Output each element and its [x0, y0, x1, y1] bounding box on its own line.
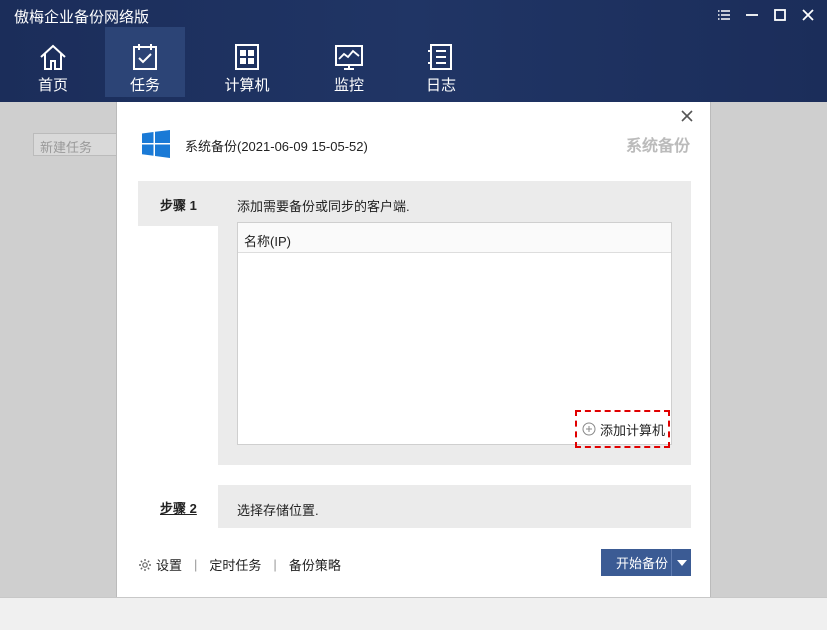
nav-item-task[interactable]: 任务 [105, 27, 185, 97]
link-separator: | [194, 557, 198, 572]
settings-link[interactable]: 设置 [138, 555, 182, 574]
monitor-icon [334, 42, 364, 72]
schedule-link[interactable]: 定时任务 [209, 555, 261, 574]
backup-task-dialog: 系统备份(2021-06-09 15-05-52) 系统备份 步骤 1 添加需要… [116, 102, 711, 597]
nav-label: 任务 [129, 77, 160, 94]
bottom-links: 设置 | 定时任务 | 备份策略 [138, 555, 341, 574]
add-computer-label: 添加计算机 [600, 422, 666, 438]
menu-icon[interactable] [713, 5, 735, 25]
nav-item-log[interactable]: 日志 [401, 27, 481, 97]
backup-strategy-link[interactable]: 备份策略 [289, 555, 341, 574]
log-icon [426, 42, 456, 72]
windows-logo-icon [141, 129, 171, 159]
task-icon [130, 42, 160, 72]
settings-label: 设置 [156, 558, 183, 573]
column-header-name-ip: 名称(IP) [238, 223, 671, 253]
step1-tab[interactable]: 步骤 1 [138, 181, 218, 226]
app-header: 傲梅企业备份网络版 首页 任务 计算机 监控 日志 [0, 0, 827, 102]
step1-panel: 步骤 1 添加需要备份或同步的客户端. 名称(IP) 添加计算机 [138, 181, 691, 465]
start-backup-button[interactable]: 开始备份 [601, 549, 691, 576]
gear-icon [139, 558, 151, 571]
nav-label: 计算机 [224, 77, 270, 94]
backup-strategy-label: 备份策略 [288, 558, 341, 573]
add-computer-button[interactable]: 添加计算机 [575, 410, 670, 448]
step2-description: 选择存储位置. [237, 503, 319, 518]
home-icon [38, 42, 68, 72]
link-separator: | [273, 557, 277, 572]
nav-item-computer[interactable]: 计算机 [207, 27, 287, 97]
nav-item-monitor[interactable]: 监控 [309, 27, 389, 97]
nav-item-home[interactable]: 首页 [13, 27, 93, 97]
new-task-field[interactable]: 新建任务 [33, 133, 118, 156]
dialog-type-label: 系统备份 [625, 138, 690, 155]
app-title: 傲梅企业备份网络版 [14, 9, 150, 26]
step2-tab[interactable]: 步骤 2 [138, 485, 218, 528]
plus-circle-icon [582, 422, 596, 436]
chevron-down-icon[interactable] [671, 549, 691, 576]
maximize-icon[interactable] [769, 5, 791, 25]
nav-label: 首页 [37, 77, 68, 94]
start-backup-label: 开始备份 [616, 556, 669, 571]
client-table: 名称(IP) 添加计算机 [237, 222, 672, 448]
task-name: 系统备份(2021-06-09 15-05-52) [185, 139, 368, 154]
step-tab-spacer [138, 226, 218, 465]
window-controls [713, 5, 819, 25]
minimize-icon[interactable] [741, 5, 763, 25]
status-bar [0, 597, 827, 630]
close-icon[interactable] [797, 5, 819, 25]
nav-label: 监控 [333, 77, 364, 94]
step1-description: 添加需要备份或同步的客户端. [237, 199, 410, 214]
computer-icon [232, 42, 262, 72]
step2-panel: 步骤 2 选择存储位置. [138, 485, 691, 528]
dialog-close-icon[interactable] [677, 106, 697, 126]
nav-label: 日志 [425, 77, 456, 94]
schedule-label: 定时任务 [209, 558, 262, 573]
